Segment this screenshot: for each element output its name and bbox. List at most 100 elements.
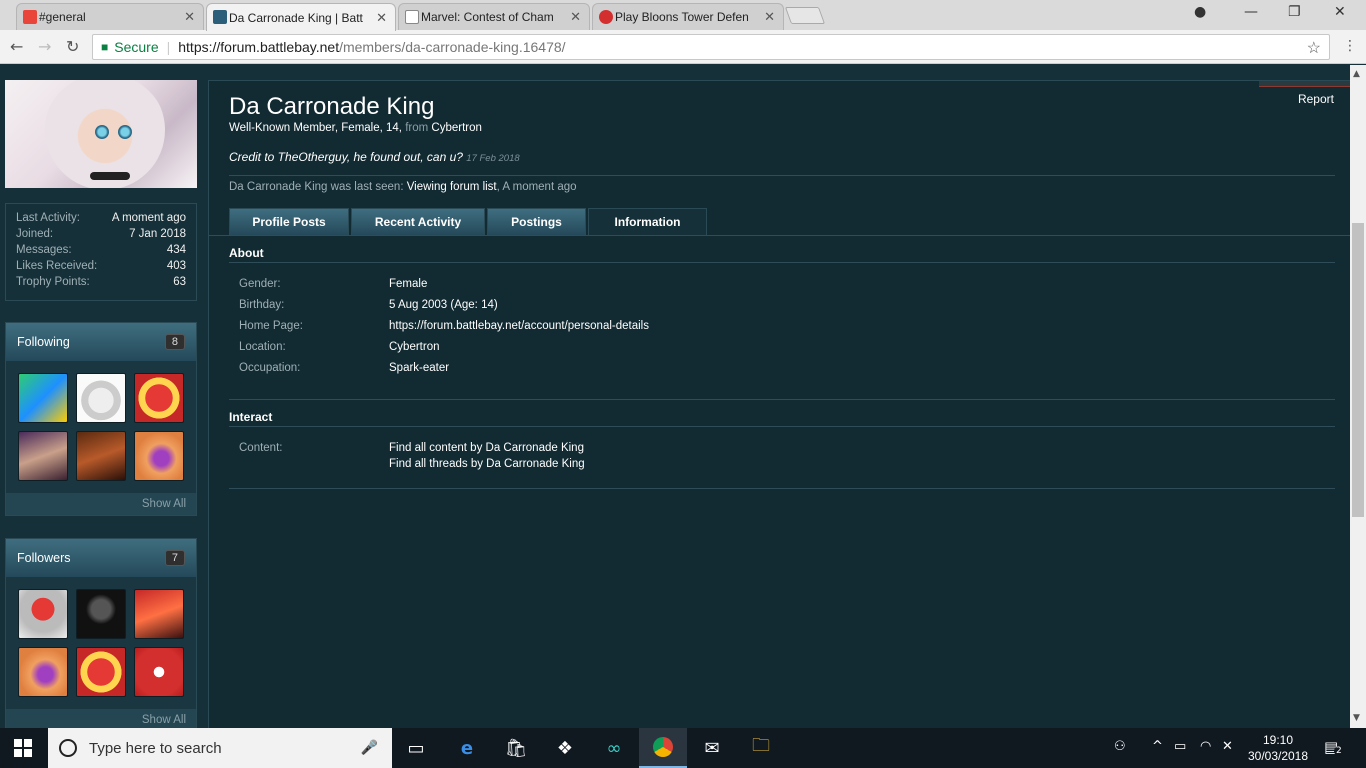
scroll-down-icon[interactable]: ▼ — [1353, 713, 1360, 723]
stat-joined: Joined: 7 Jan 2018 — [16, 228, 186, 240]
location-link[interactable]: Cybertron — [389, 341, 440, 353]
follower-avatar[interactable] — [134, 589, 184, 639]
task-view-icon[interactable]: ▭ — [403, 736, 429, 760]
url-path: /members/da-carronade-king.16478/ — [339, 39, 566, 55]
following-avatar[interactable] — [18, 431, 68, 481]
member-stats: Last Activity: A moment ago Joined: 7 Jan … — [5, 203, 197, 301]
address-bar[interactable]: ■ Secure | https://forum.battlebay.net /… — [92, 34, 1330, 60]
close-tab-icon[interactable]: ✕ — [376, 10, 387, 26]
tab-profile-posts[interactable]: Profile Posts — [229, 208, 349, 236]
following-avatar[interactable] — [134, 431, 184, 481]
stat-last-activity: Last Activity: A moment ago — [16, 212, 186, 224]
browser-toolbar: ← → ↻ ■ Secure | https://forum.battlebay… — [0, 30, 1366, 64]
about-heading: About — [229, 246, 264, 260]
browser-menu-icon[interactable]: ⋮ — [1343, 38, 1357, 54]
following-avatar[interactable] — [76, 431, 126, 481]
search-placeholder: Type here to search — [89, 739, 222, 757]
followers-count-badge: 7 — [164, 550, 185, 566]
show-hidden-icons[interactable]: ^ — [1152, 739, 1163, 754]
discord-favicon-icon — [23, 10, 37, 24]
page-scrollbar[interactable]: ▲ ▼ — [1350, 65, 1366, 728]
lock-icon: ■ — [101, 40, 109, 54]
page-title: Da Carronade King — [229, 93, 435, 120]
profile-tabs: Profile Posts Recent Activity Postings I… — [229, 208, 709, 236]
homepage-link[interactable]: https://forum.battlebay.net/account/pers… — [389, 320, 649, 332]
follower-avatar[interactable] — [76, 647, 126, 697]
battery-icon[interactable]: ▭ — [1174, 739, 1186, 754]
report-link[interactable]: Report — [1298, 92, 1334, 106]
browser-tab-bloons[interactable]: Play Bloons Tower Defen ✕ — [592, 3, 784, 30]
arduino-icon[interactable]: ∞ — [601, 736, 627, 760]
close-window-icon[interactable]: ✕ — [1334, 4, 1346, 20]
chrome-icon[interactable] — [639, 728, 687, 768]
taskbar-search[interactable]: Type here to search 🎤 — [48, 728, 392, 768]
interact-heading: Interact — [229, 410, 273, 424]
status-message: Credit to TheOtherguy, he found out, can… — [229, 150, 520, 164]
store-icon[interactable]: 🛍 — [503, 736, 529, 760]
notification-count: 2 — [1334, 746, 1344, 756]
follower-avatar[interactable] — [134, 647, 184, 697]
following-avatar[interactable] — [134, 373, 184, 423]
volume-muted-icon[interactable]: ✕ — [1222, 739, 1233, 754]
scroll-up-icon[interactable]: ▲ — [1353, 69, 1360, 79]
user-location-link[interactable]: Cybertron — [431, 122, 482, 134]
microphone-icon[interactable]: 🎤 — [361, 739, 378, 756]
stat-trophy: Trophy Points: 63 — [16, 276, 186, 288]
edge-icon[interactable]: e — [454, 736, 480, 760]
windows-taskbar: Type here to search 🎤 ▭ e 🛍 ❖ ∞ ✉ 🗀 ⚇ ^ … — [0, 728, 1366, 768]
bookmark-star-icon[interactable]: ☆ — [1307, 38, 1321, 58]
close-tab-icon[interactable]: ✕ — [570, 9, 581, 25]
reload-icon[interactable]: ↻ — [66, 37, 79, 56]
user-title-line: Well-Known Member, Female, 14, from Cybe… — [229, 122, 482, 134]
maximize-icon[interactable]: ❐ — [1288, 4, 1301, 20]
new-tab-button[interactable] — [784, 7, 826, 24]
browser-tab-marvel[interactable]: Marvel: Contest of Cham ✕ — [398, 3, 590, 30]
flash-favicon-icon — [599, 10, 613, 24]
followers-header: Followers 7 — [6, 539, 196, 577]
find-content-link[interactable]: Find all content by Da Carronade King — [389, 442, 584, 454]
following-avatars — [6, 361, 196, 493]
following-show-all-link[interactable]: Show All — [6, 493, 196, 515]
people-icon[interactable]: ⚇ — [1114, 739, 1126, 754]
scrollbar-thumb[interactable] — [1352, 223, 1364, 517]
battlebay-favicon-icon — [213, 10, 227, 24]
back-icon[interactable]: ← — [10, 37, 23, 56]
stat-likes: Likes Received: 403 — [16, 260, 186, 272]
following-avatar[interactable] — [18, 373, 68, 423]
taskbar-clock[interactable]: 19:10 30/03/2018 — [1244, 732, 1312, 764]
dropbox-icon[interactable]: ❖ — [552, 736, 578, 760]
follower-avatar[interactable] — [18, 647, 68, 697]
browser-tab-general[interactable]: #general ✕ — [16, 3, 204, 30]
wifi-icon[interactable]: ◠ — [1200, 739, 1211, 754]
follower-avatar[interactable] — [18, 589, 68, 639]
follower-avatar[interactable] — [76, 589, 126, 639]
tab-postings[interactable]: Postings — [487, 208, 586, 236]
file-explorer-icon[interactable]: 🗀 — [748, 735, 774, 760]
profile-icon[interactable]: ● — [1194, 4, 1206, 20]
tab-information[interactable]: Information — [588, 208, 707, 236]
following-header: Following 8 — [6, 323, 196, 361]
forward-icon[interactable]: → — [38, 37, 51, 56]
start-button[interactable] — [14, 739, 32, 757]
minimize-icon[interactable]: — — [1244, 4, 1258, 20]
followers-avatars — [6, 577, 196, 709]
action-center-icon[interactable]: ▤ 2 — [1324, 738, 1344, 756]
close-tab-icon[interactable]: ✕ — [764, 9, 775, 25]
close-tab-icon[interactable]: ✕ — [184, 9, 195, 25]
find-threads-link[interactable]: Find all threads by Da Carronade King — [389, 458, 585, 470]
last-seen-line: Da Carronade King was last seen: Viewing… — [229, 181, 577, 193]
page-content: Last Activity: A moment ago Joined: 7 Jan … — [0, 65, 1350, 728]
browser-tab-profile[interactable]: Da Carronade King | Batt ✕ — [206, 3, 396, 31]
following-box: Following 8 Show All — [5, 322, 197, 516]
tab-recent-activity[interactable]: Recent Activity — [351, 208, 485, 236]
secure-label: Secure — [114, 39, 159, 55]
status-date[interactable]: 17 Feb 2018 — [466, 153, 519, 164]
profile-main: Da Carronade King Report Well-Known Memb… — [208, 80, 1350, 728]
mail-icon[interactable]: ✉ — [699, 736, 725, 760]
followers-show-all-link[interactable]: Show All — [6, 709, 196, 728]
browser-tabstrip: #general ✕ Da Carronade King | Batt ✕ Ma… — [0, 0, 1366, 31]
last-seen-activity-link[interactable]: Viewing forum list — [407, 181, 497, 193]
following-avatar[interactable] — [76, 373, 126, 423]
profile-avatar[interactable] — [5, 80, 197, 188]
followers-box: Followers 7 Show All — [5, 538, 197, 728]
